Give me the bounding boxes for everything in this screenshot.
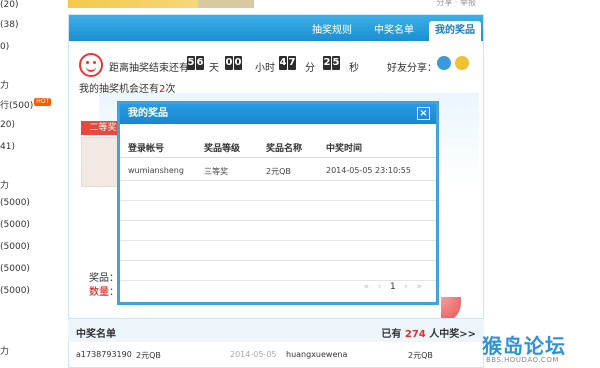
countdown-digit: 6: [196, 56, 204, 70]
time-cell: 2014-05-05 23:10:55: [326, 166, 411, 175]
account-cell: wumiansheng: [128, 166, 184, 175]
sidebar-item[interactable]: 41): [0, 142, 15, 152]
winner-list-bar: 中奖名单 已有 274 人中奖>>: [68, 318, 484, 342]
countdown-unit: 分: [305, 63, 315, 74]
winner-account: huangxuewena: [286, 350, 348, 359]
table-row: wumiansheng 三等奖 2元QB 2014-05-05 23:10:55: [120, 161, 436, 181]
hot-badge: HOT: [34, 98, 52, 106]
watermark-url: BBS.HOUDAO.COM: [486, 356, 559, 364]
weibo-share-icon[interactable]: [455, 56, 469, 70]
countdown-digit: 0: [225, 56, 233, 70]
countdown-unit: 小时: [255, 63, 275, 74]
my-prizes-dialog: 我的奖品 × 登录帐号 奖品等级 奖品名称 中奖时间 wumiansheng 三…: [117, 101, 439, 305]
tab-my-prizes[interactable]: 我的奖品: [429, 21, 481, 41]
first-page-button[interactable]: «: [364, 282, 370, 292]
sidebar-item[interactable]: 0): [0, 42, 9, 52]
table-row: [120, 241, 436, 261]
dialog-header: 我的奖品 ×: [120, 104, 436, 124]
countdown-digit: 2: [323, 56, 331, 70]
left-sidebar: (20) (38) 0) 力 行(500) HOT 20) 41) 力 (5000…: [0, 0, 60, 368]
sidebar-item[interactable]: (5000): [0, 286, 30, 296]
smiley-icon: [79, 53, 103, 77]
sidebar-item[interactable]: (20): [0, 0, 18, 10]
countdown-label: 距离抽奖结束还有: [109, 63, 189, 74]
winner-prize: 2元QB: [408, 351, 433, 360]
column-header: 登录帐号: [128, 144, 165, 154]
tab-lottery-rules[interactable]: 抽奖规则: [305, 21, 359, 41]
prev-page-button[interactable]: ‹: [378, 282, 382, 292]
prize-label: 奖品：: [89, 273, 119, 284]
winner-account: a1738793190: [76, 350, 132, 359]
table-row: [120, 181, 436, 201]
sidebar-item[interactable]: 行(500) HOT: [0, 98, 52, 111]
panel-tab-bar: 抽奖规则 中奖名单 我的奖品: [69, 15, 483, 41]
last-page-button[interactable]: »: [416, 282, 422, 292]
tab-winner-list[interactable]: 中奖名单: [367, 21, 421, 41]
sidebar-item[interactable]: 力: [0, 344, 9, 357]
top-banner-strip: [198, 0, 254, 8]
level-cell: 三等奖: [204, 167, 228, 176]
countdown-digit: 4: [279, 56, 287, 70]
winner-count-link[interactable]: 已有 274 人中奖>>: [381, 325, 476, 340]
countdown-digit: 0: [234, 56, 242, 70]
current-page[interactable]: 1: [390, 282, 396, 292]
top-banner-strip: [68, 0, 198, 8]
dialog-title: 我的奖品: [128, 108, 168, 119]
dialog-body: 登录帐号 奖品等级 奖品名称 中奖时间 wumiansheng 三等奖 2元QB…: [120, 124, 436, 302]
qzone-share-icon[interactable]: [437, 56, 451, 70]
table-row: [120, 261, 436, 281]
countdown-digit: 5: [332, 56, 340, 70]
winner-prize: 2元QB: [136, 351, 161, 360]
quantity-label: 数量：: [89, 287, 119, 298]
column-header: 奖品等级: [204, 144, 241, 154]
column-header: 奖品名称: [266, 144, 303, 154]
column-header: 中奖时间: [326, 144, 363, 154]
sidebar-item[interactable]: 20): [0, 120, 15, 130]
sidebar-item[interactable]: (5000): [0, 198, 30, 208]
table-row: [120, 221, 436, 241]
watermark-logo-text: 猴岛论坛: [482, 334, 566, 358]
remaining-chances: 我的抽奖机会还有2次: [79, 84, 176, 95]
sidebar-item[interactable]: (5000): [0, 242, 30, 252]
countdown-digit: 5: [187, 56, 195, 70]
pagination: « ‹ 1 › »: [364, 282, 422, 292]
winner-list-title: 中奖名单: [76, 329, 116, 340]
countdown-digit: 7: [288, 56, 296, 70]
table-row: [120, 201, 436, 221]
prize-cell: 2元QB: [266, 167, 291, 176]
countdown-unit: 秒: [349, 63, 359, 74]
countdown-unit: 天: [209, 63, 219, 74]
sidebar-item[interactable]: 力: [0, 178, 9, 191]
sidebar-item[interactable]: (5000): [0, 264, 30, 274]
share-label: 好友分享：: [387, 63, 437, 74]
sidebar-item[interactable]: (5000): [0, 220, 30, 230]
site-watermark: 猴岛论坛 BBS.HOUDAO.COM: [482, 330, 600, 368]
next-page-button[interactable]: ›: [404, 282, 408, 292]
prize-image: [81, 137, 121, 187]
sidebar-item[interactable]: 力: [0, 78, 9, 91]
top-links[interactable]: 分享 · 举报: [436, 0, 476, 8]
winner-date: 2014-05-05: [230, 350, 277, 359]
close-icon[interactable]: ×: [417, 107, 430, 120]
table-header: 登录帐号 奖品等级 奖品名称 中奖时间: [120, 136, 436, 158]
sidebar-item[interactable]: (38): [0, 20, 18, 30]
